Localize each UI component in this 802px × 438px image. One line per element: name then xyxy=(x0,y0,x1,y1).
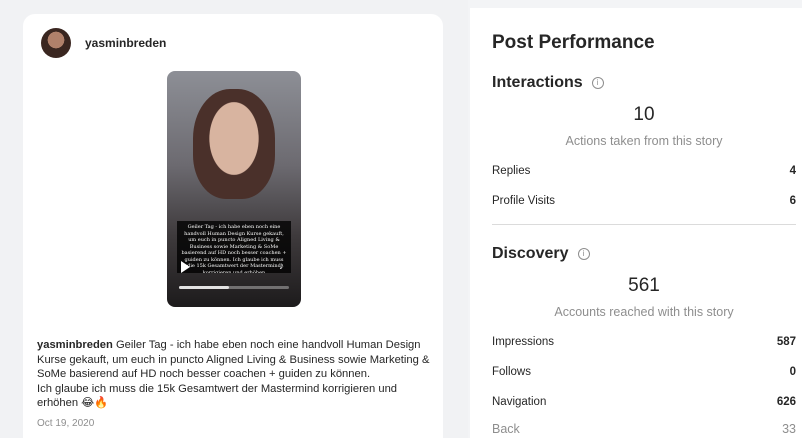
discovery-heading: Discovery i xyxy=(492,245,590,263)
performance-title: Post Performance xyxy=(492,32,655,53)
interactions-title: Interactions xyxy=(492,74,583,91)
metric-label: Follows xyxy=(492,366,531,378)
metric-label: Back xyxy=(492,422,520,436)
interactions-subtitle: Actions taken from this story xyxy=(565,134,723,148)
metric-value: 587 xyxy=(776,336,796,348)
metric-value: 4 xyxy=(789,165,796,177)
post-caption: yasminbreden Geiler Tag - ich habe eben … xyxy=(37,338,433,411)
caption-text-2: Ich glaube ich muss die 15k Gesamtwert d… xyxy=(37,382,398,410)
caption-username[interactable]: yasminbreden xyxy=(37,339,113,351)
info-icon[interactable]: i xyxy=(577,248,590,260)
post-date: Oct 19, 2020 xyxy=(37,418,95,429)
avatar[interactable] xyxy=(41,28,71,58)
discovery-subtitle: Accounts reached with this story xyxy=(554,305,734,319)
post-card: yasminbreden Geiler Tag - ich habe eben … xyxy=(23,14,443,438)
metric-label: Navigation xyxy=(492,396,547,408)
info-icon[interactable]: i xyxy=(591,77,604,89)
metric-label: Impressions xyxy=(492,336,554,348)
story-image xyxy=(193,89,275,199)
story-video[interactable]: Geiler Tag - ich habe eben noch eine han… xyxy=(167,71,301,307)
interactions-total: 10 xyxy=(633,104,655,125)
metric-row-impressions: Impressions 587 xyxy=(492,336,796,348)
metric-label: Replies xyxy=(492,165,531,177)
metric-value: 33 xyxy=(782,422,796,436)
discovery-title: Discovery xyxy=(492,245,569,262)
volume-icon[interactable]: ♪ xyxy=(279,261,289,273)
post-panel: yasminbreden Geiler Tag - ich habe eben … xyxy=(0,0,468,438)
video-progress-bar[interactable] xyxy=(179,286,289,289)
metric-row-profile-visits: Profile Visits 6 xyxy=(492,195,796,207)
video-progress-fill xyxy=(179,286,229,289)
metric-row-back: Back 33 xyxy=(492,422,796,436)
metric-row-replies: Replies 4 xyxy=(492,165,796,177)
section-divider xyxy=(492,224,796,225)
metric-value: 626 xyxy=(776,396,796,408)
interactions-heading: Interactions i xyxy=(492,74,604,92)
story-text-overlay: Geiler Tag - ich habe eben noch eine han… xyxy=(177,221,291,273)
metric-value: 6 xyxy=(789,195,796,207)
metric-row-follows: Follows 0 xyxy=(492,366,796,378)
post-header[interactable]: yasminbreden xyxy=(41,28,166,58)
discovery-total: 561 xyxy=(628,275,660,296)
performance-panel: Post Performance Interactions i 10 Actio… xyxy=(470,8,802,438)
post-username[interactable]: yasminbreden xyxy=(85,36,166,50)
metric-value: 0 xyxy=(789,366,796,378)
metric-label: Profile Visits xyxy=(492,195,556,207)
metric-row-navigation: Navigation 626 xyxy=(492,396,796,408)
play-icon[interactable] xyxy=(181,261,190,273)
